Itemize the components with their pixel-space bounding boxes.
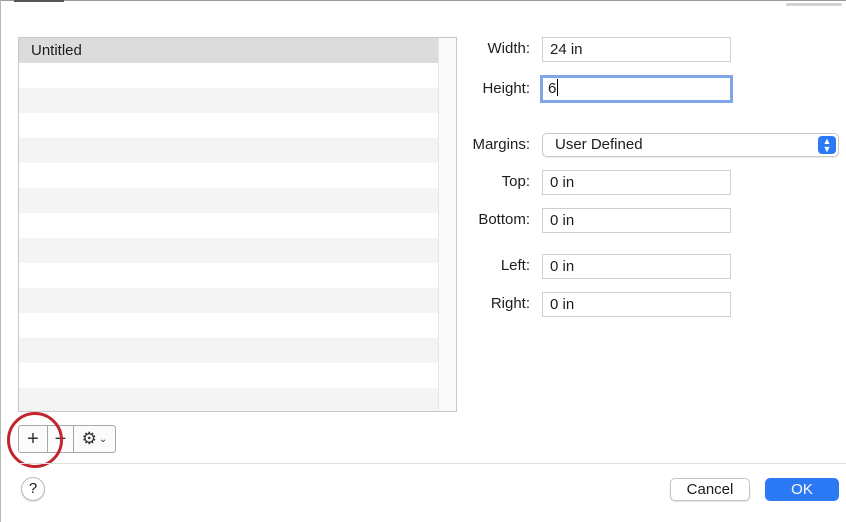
margins-popup[interactable]: User Defined ▲ ▼	[542, 133, 839, 157]
list-actions-bar: + − ⚙ ⌄	[18, 425, 116, 453]
list-empty-row	[19, 238, 438, 263]
gear-icon: ⚙	[81, 429, 97, 448]
list-empty-row	[19, 363, 438, 388]
margin-right-value: 0 in	[550, 296, 575, 313]
paper-size-list-rows: Untitled	[19, 38, 438, 411]
window-edge-notch	[786, 3, 842, 6]
window-top-border	[0, 0, 846, 8]
margin-bottom-label: Bottom:	[478, 211, 530, 228]
cancel-button[interactable]: Cancel	[670, 478, 750, 501]
margin-top-value: 0 in	[550, 174, 575, 191]
paper-size-list[interactable]: Untitled	[18, 37, 457, 412]
text-caret	[557, 79, 559, 96]
margin-right-label: Right:	[490, 295, 530, 312]
ok-button[interactable]: OK	[765, 478, 839, 501]
window-edge-notch	[14, 0, 64, 2]
footer-divider	[18, 463, 846, 464]
help-button[interactable]: ?	[21, 477, 45, 501]
action-menu-button[interactable]: ⚙ ⌄	[74, 425, 116, 453]
list-empty-row	[19, 163, 438, 188]
margin-left-field[interactable]: 0 in	[542, 254, 731, 279]
chevron-down-icon: ⌄	[98, 433, 108, 445]
margins-selected-value: User Defined	[555, 136, 643, 153]
margins-label: Margins:	[472, 136, 530, 153]
question-mark-icon: ?	[28, 480, 38, 497]
list-empty-row	[19, 213, 438, 238]
plus-icon: +	[27, 427, 39, 450]
height-field[interactable]: 6	[540, 75, 733, 103]
list-item[interactable]: Untitled	[19, 38, 438, 63]
list-empty-row	[19, 388, 438, 411]
remove-paper-size-button[interactable]: −	[48, 425, 74, 453]
width-field[interactable]: 24 in	[542, 37, 731, 62]
list-empty-row	[19, 138, 438, 163]
list-empty-row	[19, 263, 438, 288]
margin-right-field[interactable]: 0 in	[542, 292, 731, 317]
list-empty-row	[19, 188, 438, 213]
width-label: Width:	[487, 40, 530, 57]
list-empty-row	[19, 288, 438, 313]
list-empty-row	[19, 313, 438, 338]
list-item-label: Untitled	[31, 42, 82, 59]
window-left-border	[0, 0, 1, 522]
list-empty-row	[19, 63, 438, 88]
margin-left-label: Left:	[500, 257, 530, 274]
cancel-button-label: Cancel	[686, 481, 734, 498]
margin-bottom-value: 0 in	[550, 212, 575, 229]
margin-left-value: 0 in	[550, 258, 575, 275]
margin-top-field[interactable]: 0 in	[542, 170, 731, 195]
list-empty-row	[19, 88, 438, 113]
list-empty-row	[19, 113, 438, 138]
width-value: 24 in	[550, 41, 583, 58]
margin-bottom-field[interactable]: 0 in	[542, 208, 731, 233]
margin-top-label: Top:	[501, 173, 530, 190]
list-empty-row	[19, 338, 438, 363]
minus-icon: −	[54, 427, 67, 450]
up-down-arrows-icon: ▲ ▼	[818, 136, 836, 154]
height-label: Height:	[482, 80, 530, 97]
height-value: 6	[548, 80, 557, 97]
ok-button-label: OK	[791, 481, 813, 498]
add-paper-size-button[interactable]: +	[18, 425, 48, 453]
